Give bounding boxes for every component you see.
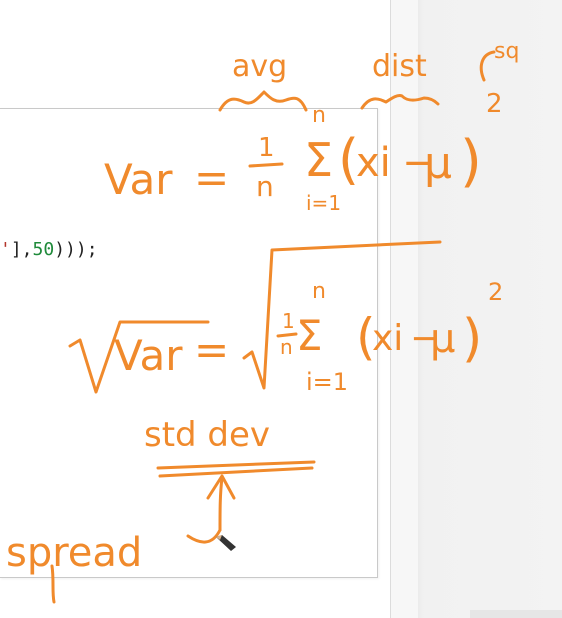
screen: '],50))); avg dist sq Var = 1 n n Σ i=1 … — [0, 0, 562, 618]
exponent-two-2: 2 — [488, 278, 503, 306]
frac-one: 1 — [258, 133, 275, 163]
x-i-2: xi — [372, 318, 403, 359]
var-equals: = — [194, 153, 229, 202]
sum-upper-n: n — [312, 103, 326, 128]
frac-n-2: n — [280, 335, 293, 359]
paren-close-2: ) — [462, 309, 482, 369]
handwriting-layer: avg dist sq Var = 1 n n Σ i=1 ( xi − μ )… — [6, 39, 519, 604]
sqrt-var-label: Var — [114, 331, 183, 380]
avg-brace — [218, 90, 308, 112]
dist-brace — [360, 94, 440, 110]
frac-n: n — [256, 170, 274, 203]
exponent-two: 2 — [486, 89, 503, 119]
spread-label: spread — [6, 530, 142, 576]
paren-close: ) — [460, 129, 482, 194]
label-sq: sq — [494, 39, 519, 64]
label-dist: dist — [372, 49, 427, 84]
sum-lower: i=1 — [306, 191, 341, 215]
spread-descender — [50, 564, 56, 604]
sum-lower-2: i=1 — [306, 368, 348, 396]
sum-sign-2: Σ — [296, 311, 323, 360]
frac-one-2: 1 — [282, 309, 295, 333]
pencil-cursor-icon — [216, 535, 236, 551]
var-label: Var — [104, 155, 173, 204]
mu: μ — [424, 138, 452, 189]
sum-upper-n-2: n — [312, 279, 326, 304]
x-i: xi — [356, 140, 391, 186]
underline-2 — [158, 466, 314, 478]
label-avg: avg — [232, 49, 287, 84]
sqrt-equals: = — [194, 325, 229, 374]
mu-2: μ — [430, 316, 455, 362]
frac-bar — [248, 162, 284, 168]
arrow-shaft — [218, 476, 224, 532]
sum-sign: Σ — [304, 133, 333, 187]
underline-1 — [156, 460, 316, 470]
std-dev-label: std dev — [144, 415, 270, 455]
sq-bracket — [479, 50, 496, 82]
sqrt-right-sign — [242, 240, 442, 390]
